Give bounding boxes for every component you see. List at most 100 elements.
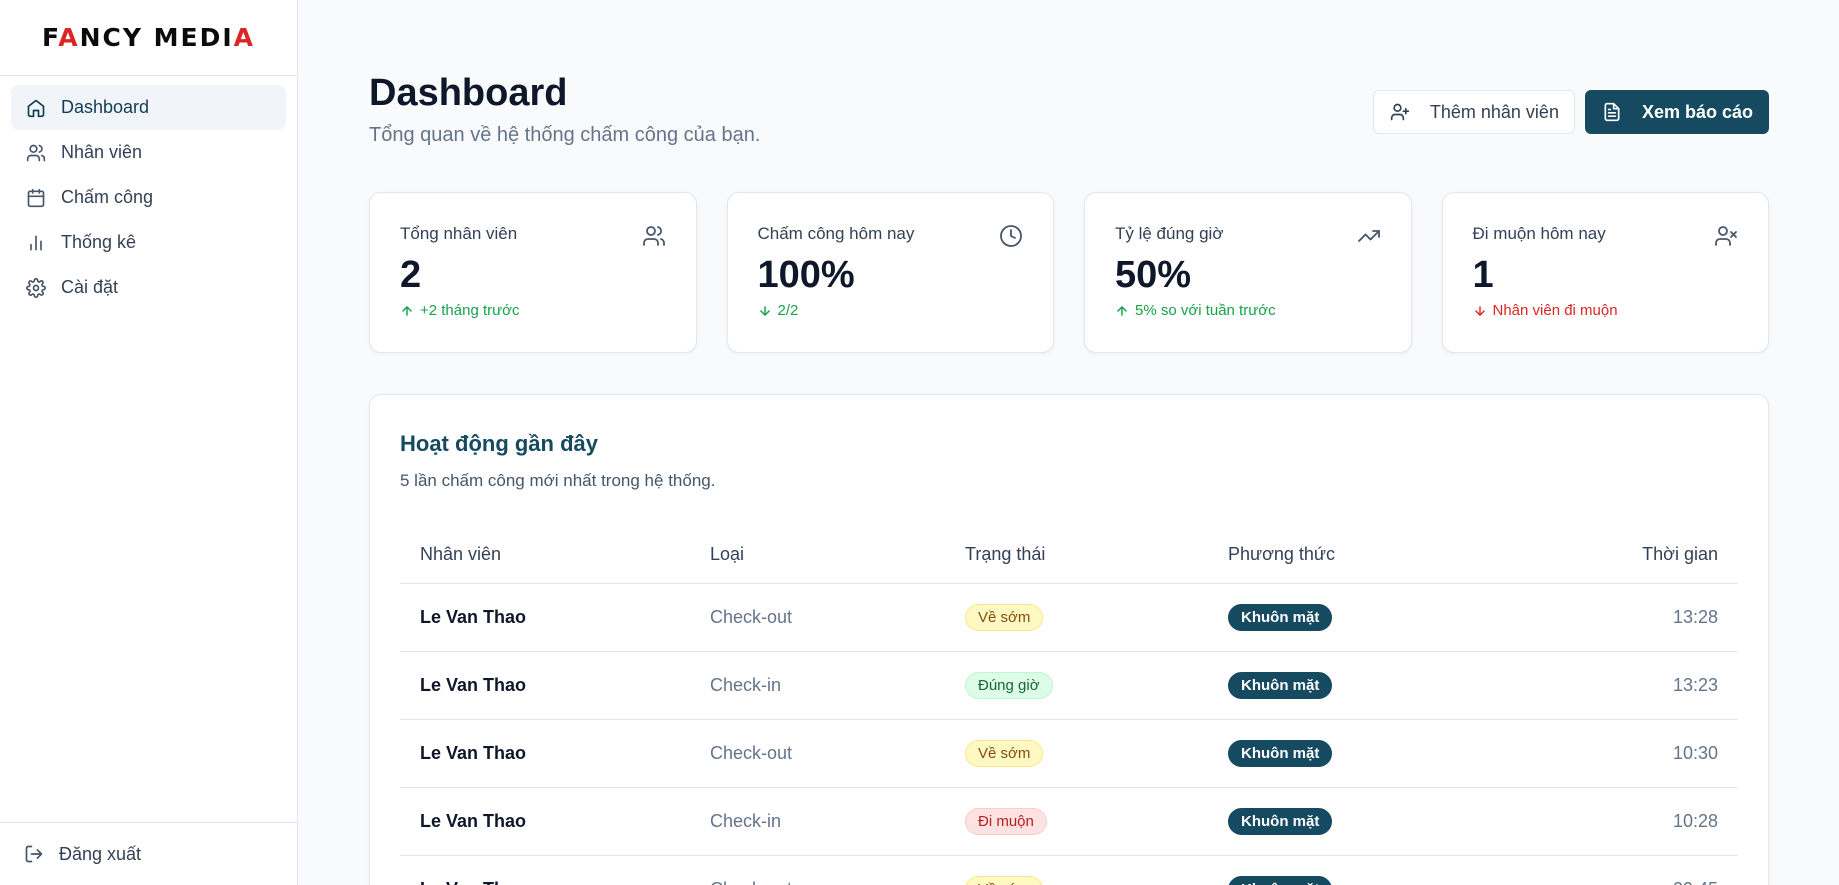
status-cell: Đi muộn xyxy=(945,787,1208,856)
sidebar-item-settings[interactable]: Cài đặt xyxy=(11,265,286,310)
status-badge: Về sớm xyxy=(965,739,1044,767)
arrow-down-icon xyxy=(758,304,772,318)
stat-card-total-employees: Tổng nhân viên 2 +2 tháng trước xyxy=(369,192,697,353)
stat-value: 1 xyxy=(1472,254,1494,296)
employee-name: Le Van Thao xyxy=(400,583,690,652)
method-cell: Khuôn mặt xyxy=(1208,651,1505,720)
stat-note-text: 2/2 xyxy=(777,302,799,319)
trending-up-icon xyxy=(1357,224,1381,248)
add-employee-button[interactable]: Thêm nhân viên xyxy=(1372,90,1575,134)
sidebar-item-dashboard[interactable]: Dashboard xyxy=(11,85,286,130)
view-report-label: Xem báo cáo xyxy=(1641,101,1753,122)
logout-icon xyxy=(24,844,44,864)
stat-label: Chấm công hôm nay xyxy=(757,224,915,243)
employee-name: Le Van Thao xyxy=(400,719,690,788)
logo-text: FANCY MEDIA xyxy=(41,23,256,52)
logout-label: Đăng xuất xyxy=(59,843,142,864)
file-text-icon xyxy=(1602,102,1622,122)
users-icon xyxy=(26,143,46,163)
arrow-down-icon xyxy=(1473,304,1487,318)
stat-note-text: 5% so với tuần trước xyxy=(1135,302,1276,319)
view-report-button[interactable]: Xem báo cáo xyxy=(1584,90,1769,134)
sidebar-item-label: Cài đặt xyxy=(61,277,119,297)
table-row[interactable]: Le Van Thao Check-in Đúng giờ Khuôn mặt … xyxy=(400,651,1738,720)
stat-note: +2 tháng trước xyxy=(400,302,666,319)
gear-icon xyxy=(26,277,46,298)
sidebar: FANCY MEDIA Dashboard Nhân viên Chấm côn… xyxy=(0,0,298,885)
activity-table: Nhân viên Loại Trạng thái Phương thức Th… xyxy=(400,527,1738,885)
sidebar-item-label: Chấm công xyxy=(61,187,154,207)
stat-value: 50% xyxy=(1115,254,1192,296)
attendance-type: Check-in xyxy=(690,651,945,720)
status-badge: Đúng giờ xyxy=(965,671,1053,699)
stat-card-on-time-rate: Tỷ lệ đúng giờ 50% 5% so với tuần trước xyxy=(1084,192,1412,353)
table-row[interactable]: Le Van Thao Check-out Về sớm Khuôn mặt 1… xyxy=(400,719,1738,788)
attendance-type: Check-in xyxy=(690,787,945,856)
brand-logo[interactable]: FANCY MEDIA xyxy=(0,0,297,76)
method-cell: Khuôn mặt xyxy=(1208,719,1505,788)
stat-card-late-today: Đi muộn hôm nay 1 Nhân viên đi muộn xyxy=(1441,192,1769,353)
time-cell: 10:30 xyxy=(1504,719,1738,788)
column-header-type: Loại xyxy=(690,527,945,584)
stat-value: 100% xyxy=(757,254,855,296)
status-cell: Về sớm xyxy=(945,855,1208,885)
status-cell: Đúng giờ xyxy=(945,651,1208,720)
method-badge: Khuôn mặt xyxy=(1228,671,1333,699)
time-cell: 09:45 xyxy=(1504,855,1738,885)
column-header-employee: Nhân viên xyxy=(400,527,690,584)
sidebar-item-label: Dashboard xyxy=(61,97,150,117)
status-badge: Đi muộn xyxy=(965,807,1047,835)
bar-chart-icon xyxy=(26,233,46,253)
stat-label: Tổng nhân viên xyxy=(400,224,518,243)
employee-name: Le Van Thao xyxy=(400,855,690,885)
stat-label: Đi muộn hôm nay xyxy=(1472,224,1606,243)
status-cell: Về sớm xyxy=(945,719,1208,788)
column-header-method: Phương thức xyxy=(1208,527,1505,584)
time-cell: 13:28 xyxy=(1504,583,1738,652)
sidebar-item-label: Nhân viên xyxy=(61,142,143,162)
method-badge: Khuôn mặt xyxy=(1228,807,1333,835)
employee-name: Le Van Thao xyxy=(400,651,690,720)
table-header-row: Nhân viên Loại Trạng thái Phương thức Th… xyxy=(400,527,1738,584)
table-row[interactable]: Le Van Thao Check-out Về sớm Khuôn mặt 0… xyxy=(400,855,1738,885)
activity-subtitle: 5 lần chấm công mới nhất trong hệ thống. xyxy=(400,471,716,490)
sidebar-item-attendance[interactable]: Chấm công xyxy=(11,175,286,220)
stat-card-attendance-today: Chấm công hôm nay 100% 2/2 xyxy=(726,192,1054,353)
attendance-type: Check-out xyxy=(690,855,945,885)
stats-row: Tổng nhân viên 2 +2 tháng trước Chấm côn… xyxy=(369,192,1769,353)
logout-button[interactable]: Đăng xuất xyxy=(0,822,297,885)
home-icon xyxy=(26,98,46,118)
stat-note: Nhân viên đi muộn xyxy=(1473,302,1739,319)
status-badge: Về sớm xyxy=(965,603,1044,631)
add-employee-label: Thêm nhân viên xyxy=(1429,101,1559,122)
table-row[interactable]: Le Van Thao Check-in Đi muộn Khuôn mặt 1… xyxy=(400,787,1738,856)
method-cell: Khuôn mặt xyxy=(1208,583,1505,652)
page-header: Dashboard Tổng quan về hệ thống chấm côn… xyxy=(369,72,1769,152)
stat-value: 2 xyxy=(400,254,422,296)
method-cell: Khuôn mặt xyxy=(1208,787,1505,856)
user-x-icon xyxy=(1714,224,1738,248)
status-cell: Về sớm xyxy=(945,583,1208,652)
attendance-type: Check-out xyxy=(690,719,945,788)
stat-note-text: +2 tháng trước xyxy=(420,302,520,319)
table-row[interactable]: Le Van Thao Check-out Về sớm Khuôn mặt 1… xyxy=(400,583,1738,652)
stat-note: 2/2 xyxy=(758,302,1024,319)
sidebar-item-employees[interactable]: Nhân viên xyxy=(11,130,286,175)
clock-icon xyxy=(999,224,1023,248)
stat-note-text: Nhân viên đi muộn xyxy=(1492,302,1618,319)
status-badge: Về sớm xyxy=(965,875,1044,885)
column-header-time: Thời gian xyxy=(1504,527,1738,584)
recent-activity-card: Hoạt động gần đây 5 lần chấm công mới nh… xyxy=(369,394,1769,885)
sidebar-nav: Dashboard Nhân viên Chấm công Thống kê C… xyxy=(0,76,297,319)
user-plus-icon xyxy=(1390,102,1410,122)
arrow-up-icon xyxy=(400,304,414,318)
method-badge: Khuôn mặt xyxy=(1228,603,1333,631)
employee-name: Le Van Thao xyxy=(400,787,690,856)
time-cell: 10:28 xyxy=(1504,787,1738,856)
time-cell: 13:23 xyxy=(1504,651,1738,720)
activity-title: Hoạt động gần đây xyxy=(400,431,598,456)
arrow-up-icon xyxy=(1115,304,1129,318)
attendance-type: Check-out xyxy=(690,583,945,652)
sidebar-item-statistics[interactable]: Thống kê xyxy=(11,220,286,265)
method-cell: Khuôn mặt xyxy=(1208,855,1505,885)
